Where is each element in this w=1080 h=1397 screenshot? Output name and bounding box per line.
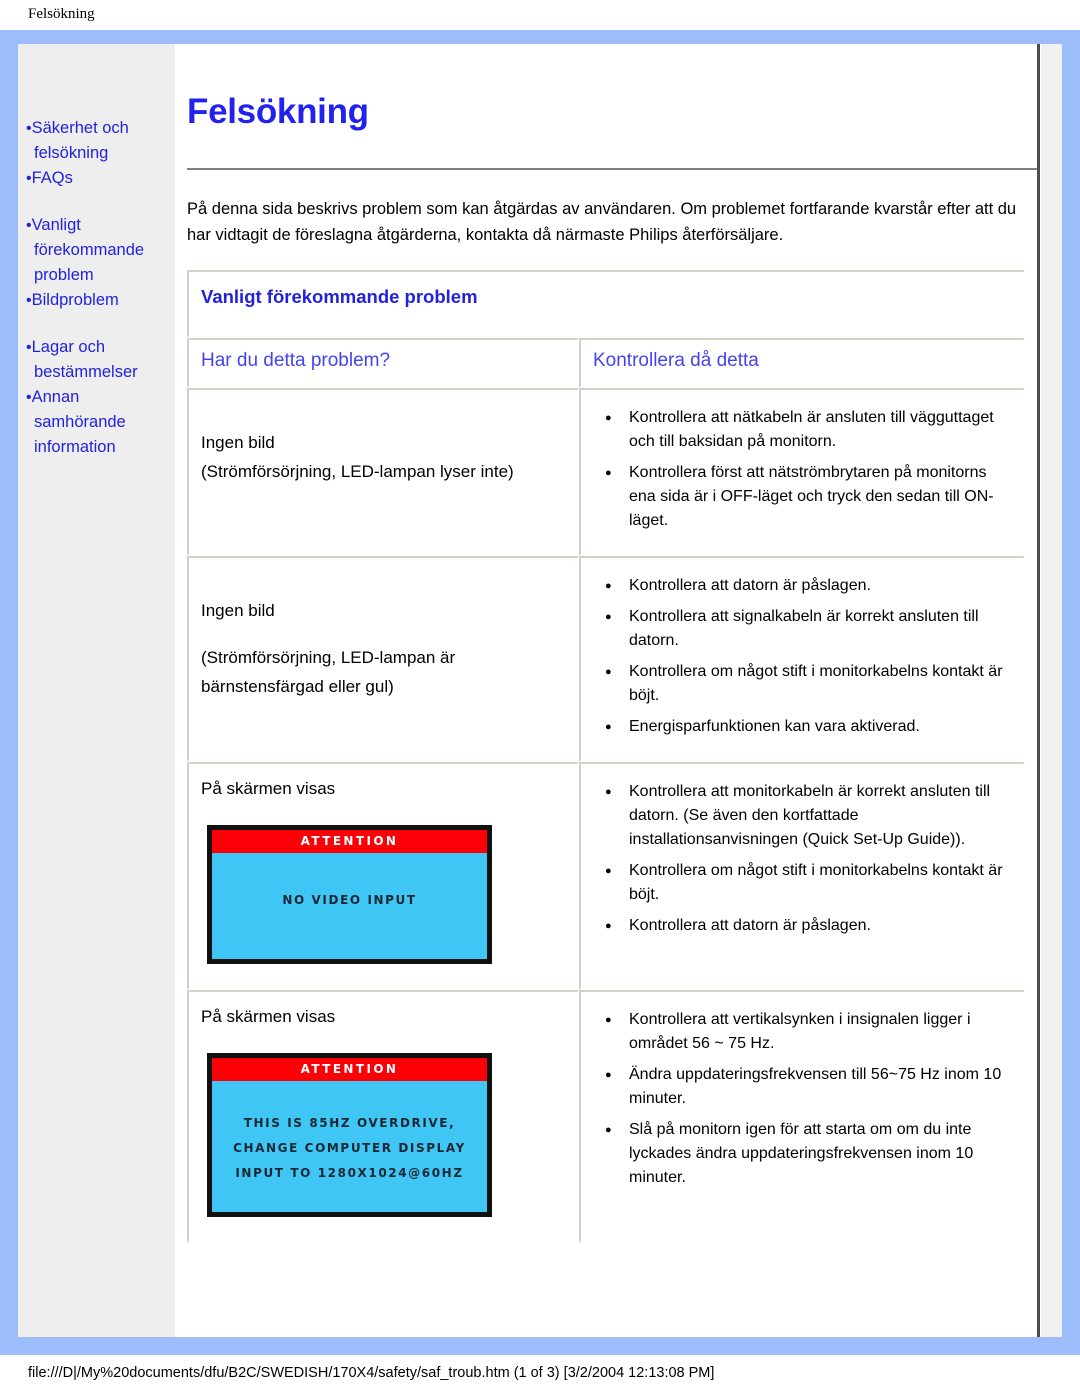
sidebar-item-vanligt-forekommande-problem[interactable]: •Vanligt förekommande problem — [18, 213, 175, 288]
table-row: På skärmen visas ATTENTION THIS IS 85HZ … — [187, 990, 1025, 1243]
check-cell: Kontrollera att monitorkabeln är korrekt… — [579, 762, 1025, 990]
osd-message-line: INPUT TO 1280X1024@60HZ — [235, 1166, 464, 1180]
list-item: Kontrollera först att nätströmbrytaren p… — [605, 461, 1011, 533]
sidebar-item-lagar-och-bestammelser[interactable]: •Lagar och bestämmelser — [18, 335, 175, 385]
sidebar-item-label: Bildproblem — [31, 291, 119, 309]
table-banner-label: Vanligt förekommande problem — [201, 286, 478, 307]
list-item: Kontrollera att signalkabeln är korrekt … — [605, 605, 1011, 653]
sidebar-item-label: FAQs — [31, 169, 73, 187]
list-item: Energisparfunktionen kan vara aktiverad. — [605, 715, 1011, 739]
problem-cell: På skärmen visas ATTENTION NO VIDEO INPU… — [187, 762, 579, 990]
print-header-title: Felsökning — [28, 6, 95, 22]
osd-overdrive-image: ATTENTION THIS IS 85HZ OVERDRIVE, CHANGE… — [207, 1053, 492, 1217]
column-header-check: Kontrollera då detta — [579, 338, 1025, 388]
sidebar-item-faqs[interactable]: •FAQs — [18, 166, 175, 191]
title-divider — [187, 168, 1042, 170]
problem-line-1: På skärmen visas — [201, 1007, 336, 1026]
main-content: Felsökning På denna sida beskrivs proble… — [175, 44, 1062, 1337]
sidebar-group-legal: •Lagar och bestämmelser •Annan samhörand… — [18, 335, 175, 460]
problem-cell: Ingen bild (Strömförsörjning, LED-lampan… — [187, 556, 579, 762]
osd-message-line: THIS IS 85HZ OVERDRIVE, — [243, 1116, 456, 1130]
sidebar-group-problems: •Vanligt förekommande problem •Bildprobl… — [18, 213, 175, 313]
osd-message-line: CHANGE COMPUTER DISPLAY — [233, 1141, 466, 1155]
sidebar: •Säkerhet och felsökning •FAQs •Vanligt … — [18, 44, 175, 1337]
sidebar-item-label: Lagar och bestämmelser — [31, 338, 138, 381]
table-row: Ingen bild (Strömförsörjning, LED-lampan… — [187, 556, 1025, 762]
osd-message: THIS IS 85HZ OVERDRIVE, CHANGE COMPUTER … — [212, 1081, 487, 1212]
list-item: Kontrollera att nätkabeln är ansluten ti… — [605, 406, 1011, 454]
osd-attention-bar: ATTENTION — [212, 1058, 487, 1081]
list-item: Ändra uppdateringsfrekvensen till 56~75 … — [605, 1063, 1011, 1111]
osd-no-video-input-image: ATTENTION NO VIDEO INPUT — [207, 825, 492, 964]
problem-line-1: På skärmen visas — [201, 779, 336, 798]
scrollbar-track-edge — [1037, 44, 1040, 1337]
list-item: Kontrollera att datorn är påslagen. — [605, 914, 1011, 938]
problem-cell: Ingen bild (Strömförsörjning, LED-lampan… — [187, 388, 579, 556]
list-item: Slå på monitorn igen för att starta om o… — [605, 1118, 1011, 1190]
list-item: Kontrollera att datorn är påslagen. — [605, 574, 1011, 598]
sidebar-item-bildproblem[interactable]: •Bildproblem — [18, 288, 175, 313]
sidebar-item-label: Vanligt förekommande problem — [31, 216, 145, 284]
osd-message-line: NO VIDEO INPUT — [282, 893, 417, 907]
problem-line-2: (Strömförsörjning, LED-lampan lyser inte… — [201, 462, 514, 481]
column-header-problem: Har du detta problem? — [187, 338, 579, 388]
table-banner-cell: Vanligt förekommande problem — [187, 270, 1025, 338]
problem-cell: På skärmen visas ATTENTION THIS IS 85HZ … — [187, 990, 579, 1243]
sidebar-group-safety: •Säkerhet och felsökning •FAQs — [18, 116, 175, 191]
sidebar-item-label: Säkerhet och felsökning — [31, 119, 129, 162]
check-list: Kontrollera att vertikalsynken i insigna… — [593, 1008, 1011, 1190]
column-header-problem-label: Har du detta problem? — [201, 350, 391, 371]
list-item: Kontrollera om något stift i monitorkabe… — [605, 660, 1011, 708]
page-inner: •Säkerhet och felsökning •FAQs •Vanligt … — [18, 44, 1062, 1337]
list-item: Kontrollera om något stift i monitorkabe… — [605, 859, 1011, 907]
list-item: Kontrollera att monitorkabeln är korrekt… — [605, 780, 1011, 852]
intro-paragraph: På denna sida beskrivs problem som kan å… — [187, 200, 1017, 244]
page-frame: •Säkerhet och felsökning •FAQs •Vanligt … — [0, 30, 1080, 1355]
sidebar-item-label: Annan samhörande information — [31, 388, 126, 456]
check-list: Kontrollera att nätkabeln är ansluten ti… — [593, 406, 1011, 533]
problem-line-2: (Strömförsörjning, LED-lampan är bärnste… — [201, 648, 456, 696]
problem-line-1: Ingen bild — [201, 433, 275, 452]
osd-attention-bar: ATTENTION — [212, 830, 487, 853]
list-item: Kontrollera att vertikalsynken i insigna… — [605, 1008, 1011, 1056]
problem-line-1: Ingen bild — [201, 601, 275, 620]
page-title: Felsökning — [187, 92, 369, 131]
osd-message: NO VIDEO INPUT — [212, 853, 487, 959]
sidebar-item-annan-samhorande-information[interactable]: •Annan samhörande information — [18, 385, 175, 460]
check-list: Kontrollera att datorn är påslagen. Kont… — [593, 574, 1011, 739]
table-row: På skärmen visas ATTENTION NO VIDEO INPU… — [187, 762, 1025, 990]
check-cell: Kontrollera att vertikalsynken i insigna… — [579, 990, 1025, 1243]
print-footer-path: file:///D|/My%20documents/dfu/B2C/SWEDIS… — [28, 1365, 715, 1381]
print-header: Felsökning — [0, 0, 1080, 30]
table-banner-row: Vanligt förekommande problem — [187, 270, 1025, 338]
vertical-scrollbar[interactable] — [1037, 44, 1062, 1337]
column-header-check-label: Kontrollera då detta — [593, 350, 759, 371]
common-problems-table: Vanligt förekommande problem Har du dett… — [187, 270, 1025, 1243]
print-footer: file:///D|/My%20documents/dfu/B2C/SWEDIS… — [0, 1355, 1080, 1397]
table-header-row: Har du detta problem? Kontrollera då det… — [187, 338, 1025, 388]
check-list: Kontrollera att monitorkabeln är korrekt… — [593, 780, 1011, 938]
check-cell: Kontrollera att nätkabeln är ansluten ti… — [579, 388, 1025, 556]
table-row: Ingen bild (Strömförsörjning, LED-lampan… — [187, 388, 1025, 556]
sidebar-item-sakerhet-och-felsokning[interactable]: •Säkerhet och felsökning — [18, 116, 175, 166]
check-cell: Kontrollera att datorn är påslagen. Kont… — [579, 556, 1025, 762]
